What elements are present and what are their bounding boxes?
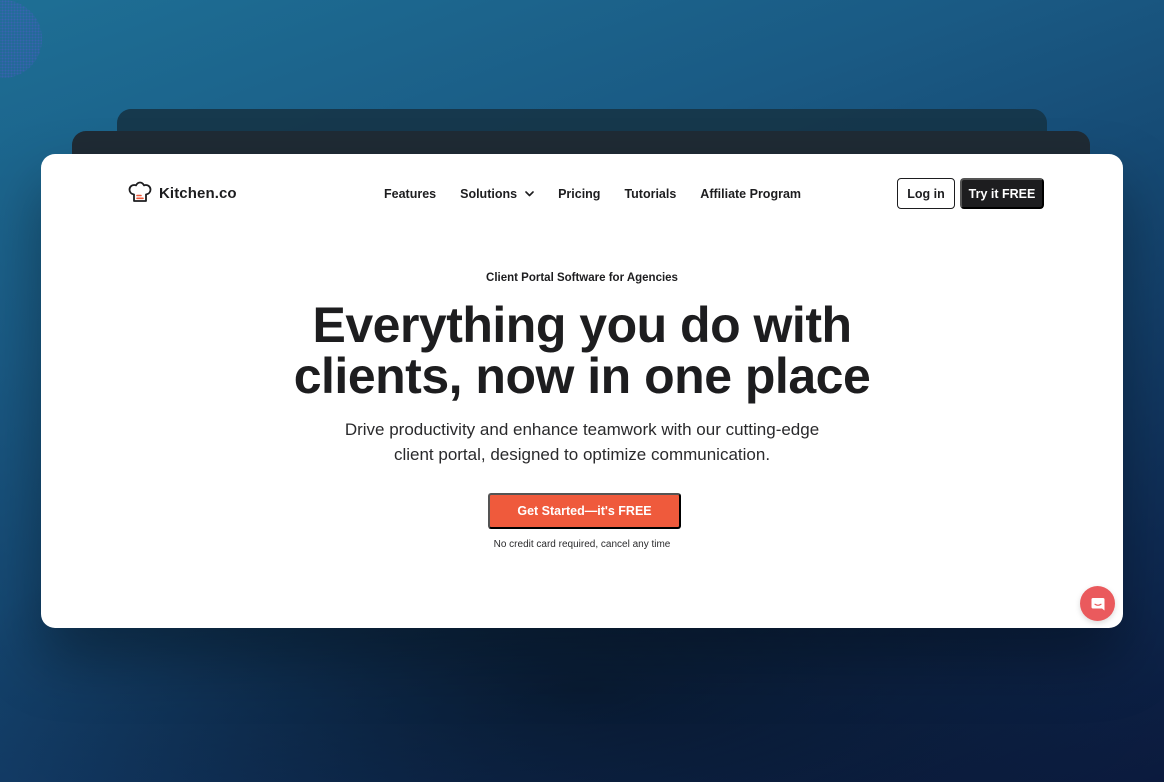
cta-note: No credit card required, cancel any time [493,539,671,550]
brand-name: Kitchen.co [159,184,237,202]
chat-launcher-button[interactable] [1080,586,1115,621]
top-navigation: Kitchen.co Features Solutions Pricing Tu… [41,154,1123,234]
brand-logo[interactable]: Kitchen.co [127,180,237,206]
login-button[interactable]: Log in [897,178,955,209]
nav-item-features[interactable]: Features [384,187,436,201]
website-preview-card: Kitchen.co Features Solutions Pricing Tu… [41,154,1123,628]
nav-item-solutions[interactable]: Solutions [460,187,534,201]
nav-item-label: Solutions [460,187,518,201]
get-started-button[interactable]: Get Started—it's FREE [488,493,681,529]
try-free-button[interactable]: Try it FREE [960,178,1044,209]
headline-line-1: Everything you do with [312,297,852,353]
nav-item-tutorials[interactable]: Tutorials [624,187,676,201]
hero-headline: Everything you do with clients, now in o… [41,300,1123,402]
hero-subheading: Drive productivity and enhance teamwork … [344,420,820,464]
hero-eyebrow: Client Portal Software for Agencies [486,272,678,284]
chat-icon [1091,597,1104,610]
decorative-dot-pattern [0,0,42,78]
nav-item-affiliate-program[interactable]: Affiliate Program [700,187,801,201]
main-menu: Features Solutions Pricing Tutorials Aff… [384,187,801,201]
nav-item-pricing[interactable]: Pricing [558,187,600,201]
chef-hat-icon [128,181,152,202]
headline-line-2: clients, now in one place [293,348,871,404]
chevron-down-icon [525,191,534,197]
